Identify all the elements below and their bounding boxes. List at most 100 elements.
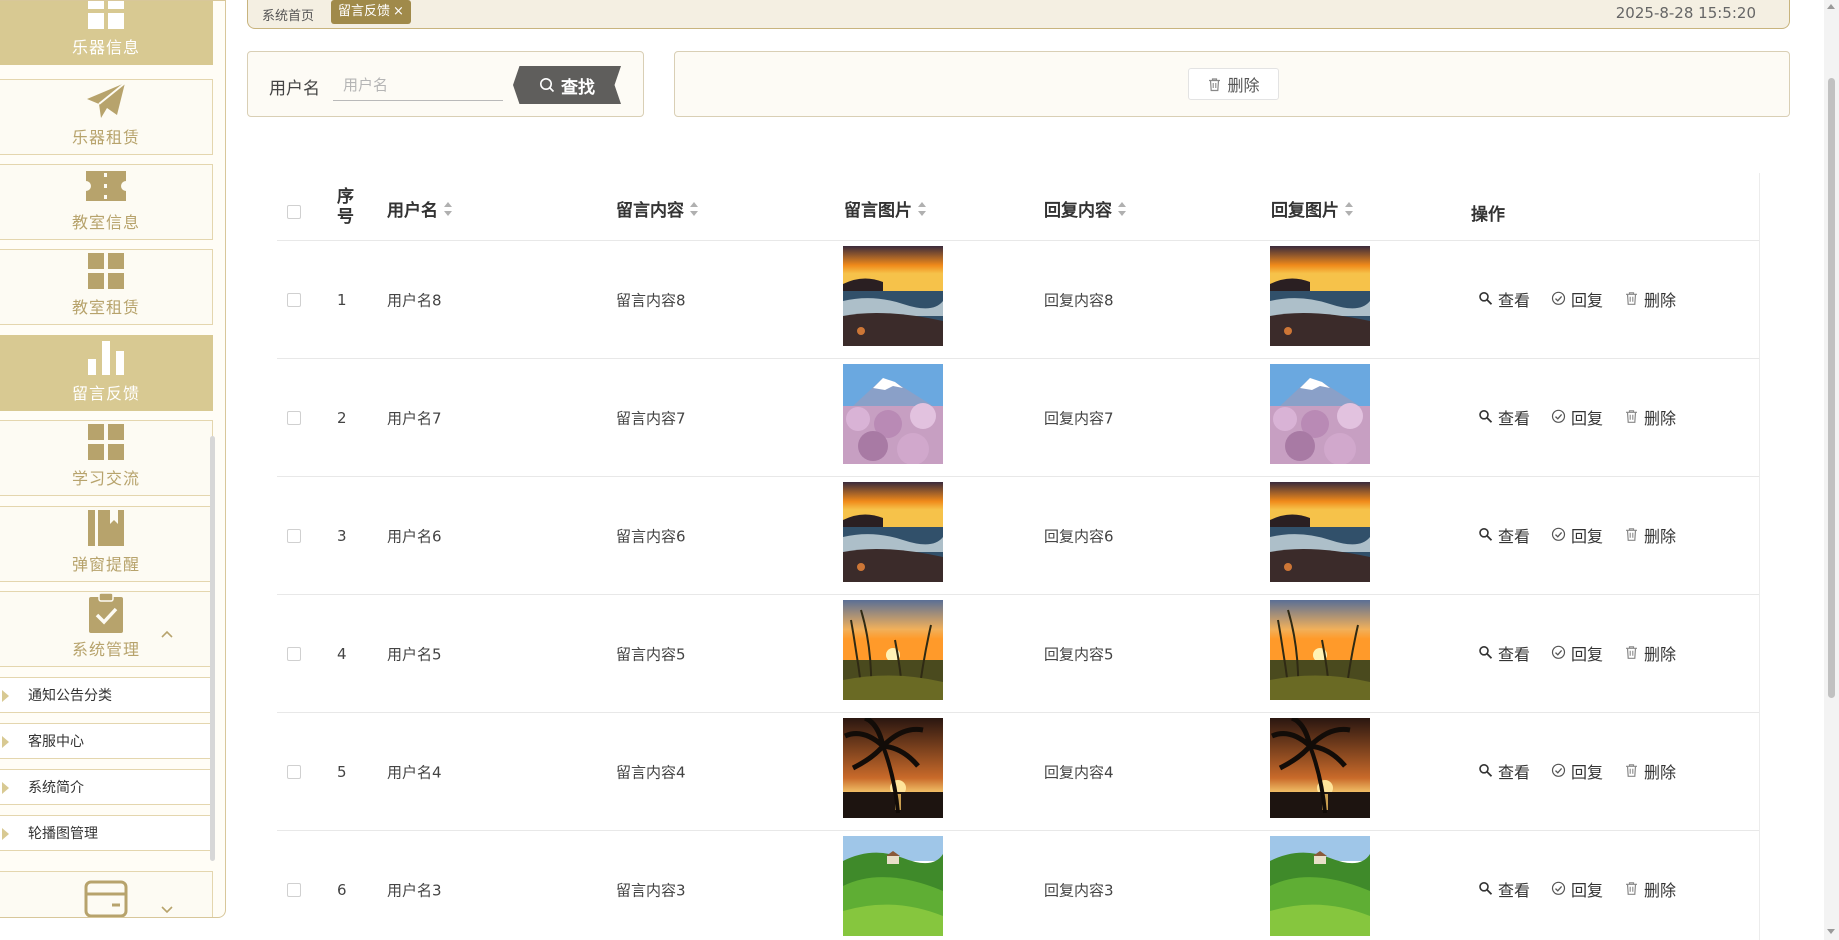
delete-button[interactable]: 删除 xyxy=(1624,640,1676,664)
palm-sunset-image[interactable] xyxy=(1270,718,1370,818)
scroll-up-icon[interactable] xyxy=(1827,4,1835,9)
grass-sunset-image[interactable] xyxy=(843,600,943,700)
sidebar-item-classroom-rental[interactable]: 教室租赁 xyxy=(0,249,213,325)
select-all-checkbox[interactable] xyxy=(287,205,301,219)
header-content[interactable]: 留言内容 xyxy=(616,196,699,221)
view-button[interactable]: 查看 xyxy=(1478,876,1530,900)
breadcrumb-bar: 系统首页 留言反馈 × 2025-8-28 15:5:20 xyxy=(247,0,1790,29)
header-ops: 操作 xyxy=(1471,205,1505,225)
mount-fuji-blossom-image[interactable] xyxy=(1270,364,1370,464)
submenu-item-label: 轮播图管理 xyxy=(28,826,98,842)
sunset-sea-image[interactable] xyxy=(843,246,943,346)
submenu-item-system-intro[interactable]: 系统简介 xyxy=(0,769,213,805)
sidebar-item-instrument-info[interactable]: 乐器信息 xyxy=(0,1,213,65)
sidebar-item-label: 乐器信息 xyxy=(71,38,140,57)
submenu-item-carousel-management[interactable]: 轮播图管理 xyxy=(0,815,213,851)
reply-label: 回复 xyxy=(1571,526,1604,546)
reply-button[interactable]: 回复 xyxy=(1551,286,1603,310)
search-button[interactable]: 查找 xyxy=(513,66,621,104)
table-row: 5 用户名4 留言内容4 回复内容4 查看 回复 删除 xyxy=(277,713,1759,831)
row-checkbox[interactable] xyxy=(287,411,301,425)
sidebar-item-popup-reminder[interactable]: 弹窗提醒 xyxy=(0,506,213,582)
sidebar-item-study-exchange[interactable]: 学习交流 xyxy=(0,420,213,496)
header-reply[interactable]: 回复内容 xyxy=(1044,196,1127,221)
row-reply: 回复内容3 xyxy=(1044,881,1114,899)
check-circle-icon xyxy=(1551,291,1566,305)
header-label: 留言图片 xyxy=(844,201,912,221)
sidebar-item-label: 教室租赁 xyxy=(71,298,140,317)
row-checkbox[interactable] xyxy=(287,529,301,543)
view-button[interactable]: 查看 xyxy=(1478,286,1530,310)
sort-icon[interactable] xyxy=(444,201,453,216)
row-index: 4 xyxy=(337,644,347,663)
view-button[interactable]: 查看 xyxy=(1478,640,1530,664)
tab-feedback[interactable]: 留言反馈 × xyxy=(331,0,411,24)
sidebar-item-instrument-rental[interactable]: 乐器租赁 xyxy=(0,79,213,155)
sidebar: 乐器信息 乐器租赁 教室信息 教室租赁 留言反馈 学习交流 弹窗提醒 系统管理 … xyxy=(0,0,226,918)
reply-button[interactable]: 回复 xyxy=(1551,640,1603,664)
reply-button[interactable]: 回复 xyxy=(1551,522,1603,546)
delete-button[interactable]: 删除 xyxy=(1624,758,1676,782)
green-hills-image[interactable] xyxy=(1270,836,1370,936)
close-icon[interactable]: × xyxy=(393,4,404,19)
palm-sunset-image[interactable] xyxy=(843,718,943,818)
feedback-table: 序号 用户名 留言内容 留言图片 回复内容 回复图片 操作 1 用户名8 留言内容8… xyxy=(277,173,1760,940)
reply-button[interactable]: 回复 xyxy=(1551,758,1603,782)
chevron-down-icon[interactable] xyxy=(160,902,174,916)
row-checkbox[interactable] xyxy=(287,647,301,661)
row-content: 留言内容4 xyxy=(616,763,686,781)
header-reply-image[interactable]: 回复图片 xyxy=(1271,196,1354,221)
view-button[interactable]: 查看 xyxy=(1478,758,1530,782)
row-checkbox[interactable] xyxy=(287,883,301,897)
header-image[interactable]: 留言图片 xyxy=(844,196,927,221)
submenu-item-customer-service[interactable]: 客服中心 xyxy=(0,723,213,759)
sunset-sea-image[interactable] xyxy=(1270,246,1370,346)
delete-button[interactable]: 删除 xyxy=(1624,876,1676,900)
submenu-item-notice-category[interactable]: 通知公告分类 xyxy=(0,677,213,713)
bar-chart-icon xyxy=(84,336,128,378)
row-reply: 回复内容8 xyxy=(1044,291,1114,309)
sidebar-item-feedback[interactable]: 留言反馈 xyxy=(0,335,213,411)
scroll-down-icon[interactable] xyxy=(1827,929,1835,934)
view-button[interactable]: 查看 xyxy=(1478,404,1530,428)
check-circle-icon xyxy=(1551,645,1566,659)
reply-button[interactable]: 回复 xyxy=(1551,876,1603,900)
sidebar-item-label: 留言反馈 xyxy=(71,384,140,403)
row-content: 留言内容6 xyxy=(616,527,686,545)
sort-icon[interactable] xyxy=(1118,201,1127,216)
green-hills-image[interactable] xyxy=(843,836,943,936)
sidebar-scrollbar[interactable] xyxy=(210,436,215,861)
sidebar-item-classroom-info[interactable]: 教室信息 xyxy=(0,164,213,240)
tab-label: 留言反馈 xyxy=(338,4,391,19)
sunset-sea-image[interactable] xyxy=(843,482,943,582)
sidebar-item-card[interactable] xyxy=(0,871,213,917)
breadcrumb-home[interactable]: 系统首页 xyxy=(262,5,314,24)
submenu-item-label: 通知公告分类 xyxy=(28,688,112,704)
sunset-sea-image[interactable] xyxy=(1270,482,1370,582)
view-button[interactable]: 查看 xyxy=(1478,522,1530,546)
delete-label: 删除 xyxy=(1644,644,1677,664)
sort-icon[interactable] xyxy=(690,201,699,216)
row-checkbox[interactable] xyxy=(287,293,301,307)
reply-button[interactable]: 回复 xyxy=(1551,404,1603,428)
mount-fuji-blossom-image[interactable] xyxy=(843,364,943,464)
sidebar-item-label: 弹窗提醒 xyxy=(71,555,140,574)
chevron-up-icon[interactable] xyxy=(160,626,174,640)
sort-icon[interactable] xyxy=(1345,201,1354,216)
check-circle-icon xyxy=(1551,409,1566,423)
grass-sunset-image[interactable] xyxy=(1270,600,1370,700)
sort-icon[interactable] xyxy=(918,201,927,216)
header-username[interactable]: 用户名 xyxy=(387,196,453,221)
delete-button[interactable]: 删除 xyxy=(1624,522,1676,546)
row-username: 用户名4 xyxy=(387,763,442,781)
view-label: 查看 xyxy=(1498,526,1531,546)
sidebar-item-system-management[interactable]: 系统管理 xyxy=(0,591,213,667)
username-search-input[interactable] xyxy=(333,70,503,101)
header-index: 序号 xyxy=(337,187,354,227)
page-scrollbar-thumb[interactable] xyxy=(1828,78,1835,698)
batch-delete-button[interactable]: 删除 xyxy=(1188,68,1279,100)
delete-button[interactable]: 删除 xyxy=(1624,404,1676,428)
delete-button[interactable]: 删除 xyxy=(1624,286,1676,310)
row-checkbox[interactable] xyxy=(287,765,301,779)
search-panel: 用户名 查找 xyxy=(247,51,644,117)
